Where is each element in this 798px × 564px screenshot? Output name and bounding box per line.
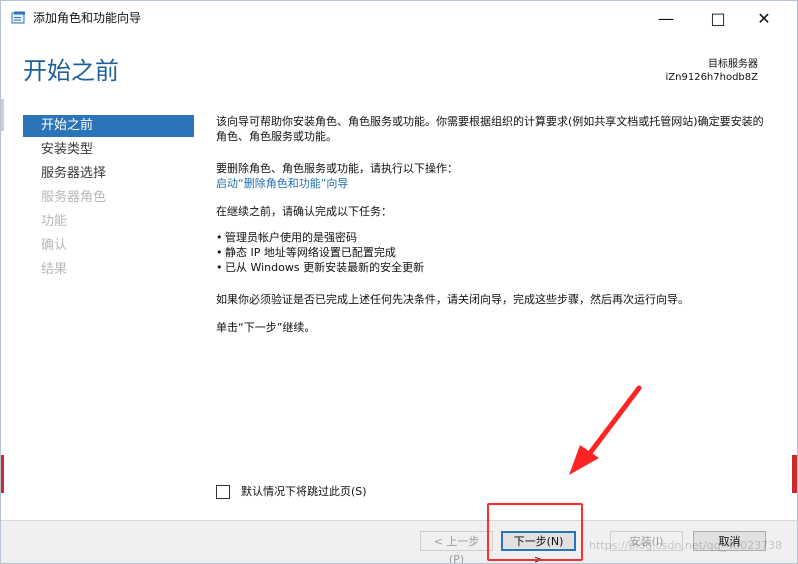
- red-arrow-icon: [569, 385, 642, 475]
- checkbox-icon[interactable]: [216, 485, 230, 499]
- next-prompt: 单击“下一步”继续。: [216, 321, 316, 334]
- prerequisite-item: 静态 IP 地址等网络设置已配置完成: [216, 245, 771, 260]
- intro-text: 该向导可帮助你安装角色、角色服务或功能。你需要根据组织的计算要求(例如共享文档或…: [216, 115, 764, 143]
- next-button[interactable]: 下一步(N) >: [501, 531, 576, 563]
- wizard-navigation: 开始之前 安装类型 服务器选择 服务器角色 功能 确认 结果: [23, 115, 194, 295]
- close-icon: ✕: [757, 9, 771, 28]
- skip-page-option[interactable]: 默认情况下将跳过此页(S): [216, 485, 396, 501]
- remove-prompt: 要删除角色、角色服务或功能，请执行以下操作：: [216, 162, 458, 175]
- background-right-red-block: [792, 455, 797, 493]
- before-prompt: 在继续之前，请确认完成以下任务：: [216, 205, 392, 218]
- install-button[interactable]: 安装(I): [610, 531, 683, 551]
- warning-text: 如果你必须验证是否已完成上述任何先决条件，请关闭向导，完成这些步骤，然后再次运行…: [216, 293, 689, 306]
- page-title: 开始之前: [23, 57, 119, 85]
- nav-item-confirmation: 确认: [41, 238, 68, 253]
- minimize-icon: —: [658, 9, 674, 28]
- remove-roles-link[interactable]: 启动“删除角色和功能”向导: [216, 176, 771, 191]
- close-button[interactable]: ✕: [741, 1, 787, 36]
- background-left-red-block: [1, 455, 4, 493]
- maximize-icon: □: [710, 9, 726, 28]
- nav-item-features: 功能: [41, 214, 68, 229]
- server-manager-icon: [11, 11, 25, 24]
- add-roles-features-wizard: 添加角色和功能向导 — □ ✕ 开始之前 目标服务器 iZn9126h7hodb…: [0, 0, 798, 564]
- prerequisite-list: 管理员帐户使用的是强密码 静态 IP 地址等网络设置已配置完成 已从 Windo…: [216, 230, 771, 275]
- prerequisite-item: 管理员帐户使用的是强密码: [216, 230, 771, 245]
- destination-server-label: 目标服务器: [708, 59, 758, 70]
- destination-server-name: iZn9126h7hodb8Z: [665, 72, 758, 83]
- window-title: 添加角色和功能向导: [33, 11, 142, 25]
- skip-page-label[interactable]: 默认情况下将跳过此页(S): [241, 484, 367, 499]
- wizard-header: 开始之前 目标服务器 iZn9126h7hodb8Z: [1, 36, 797, 102]
- nav-item-before-you-begin[interactable]: 开始之前: [23, 115, 194, 137]
- maximize-button[interactable]: □: [695, 1, 741, 36]
- background-left-gray-block: [1, 99, 4, 131]
- cancel-button[interactable]: 取消: [693, 531, 766, 551]
- minimize-button[interactable]: —: [643, 1, 689, 36]
- previous-button[interactable]: < 上一步(P): [420, 531, 493, 563]
- nav-item-server-selection[interactable]: 服务器选择: [23, 163, 194, 185]
- nav-item-results: 结果: [41, 262, 68, 277]
- nav-item-installation-type[interactable]: 安装类型: [23, 139, 194, 161]
- title-bar: 添加角色和功能向导 — □ ✕: [1, 1, 797, 36]
- wizard-content: 该向导可帮助你安装角色、角色服务或功能。你需要根据组织的计算要求(例如共享文档或…: [216, 114, 771, 354]
- prerequisite-item: 已从 Windows 更新安装最新的安全更新: [216, 260, 771, 275]
- background-right-strip-text: 设: [777, 469, 788, 479]
- nav-item-server-roles: 服务器角色: [41, 190, 107, 205]
